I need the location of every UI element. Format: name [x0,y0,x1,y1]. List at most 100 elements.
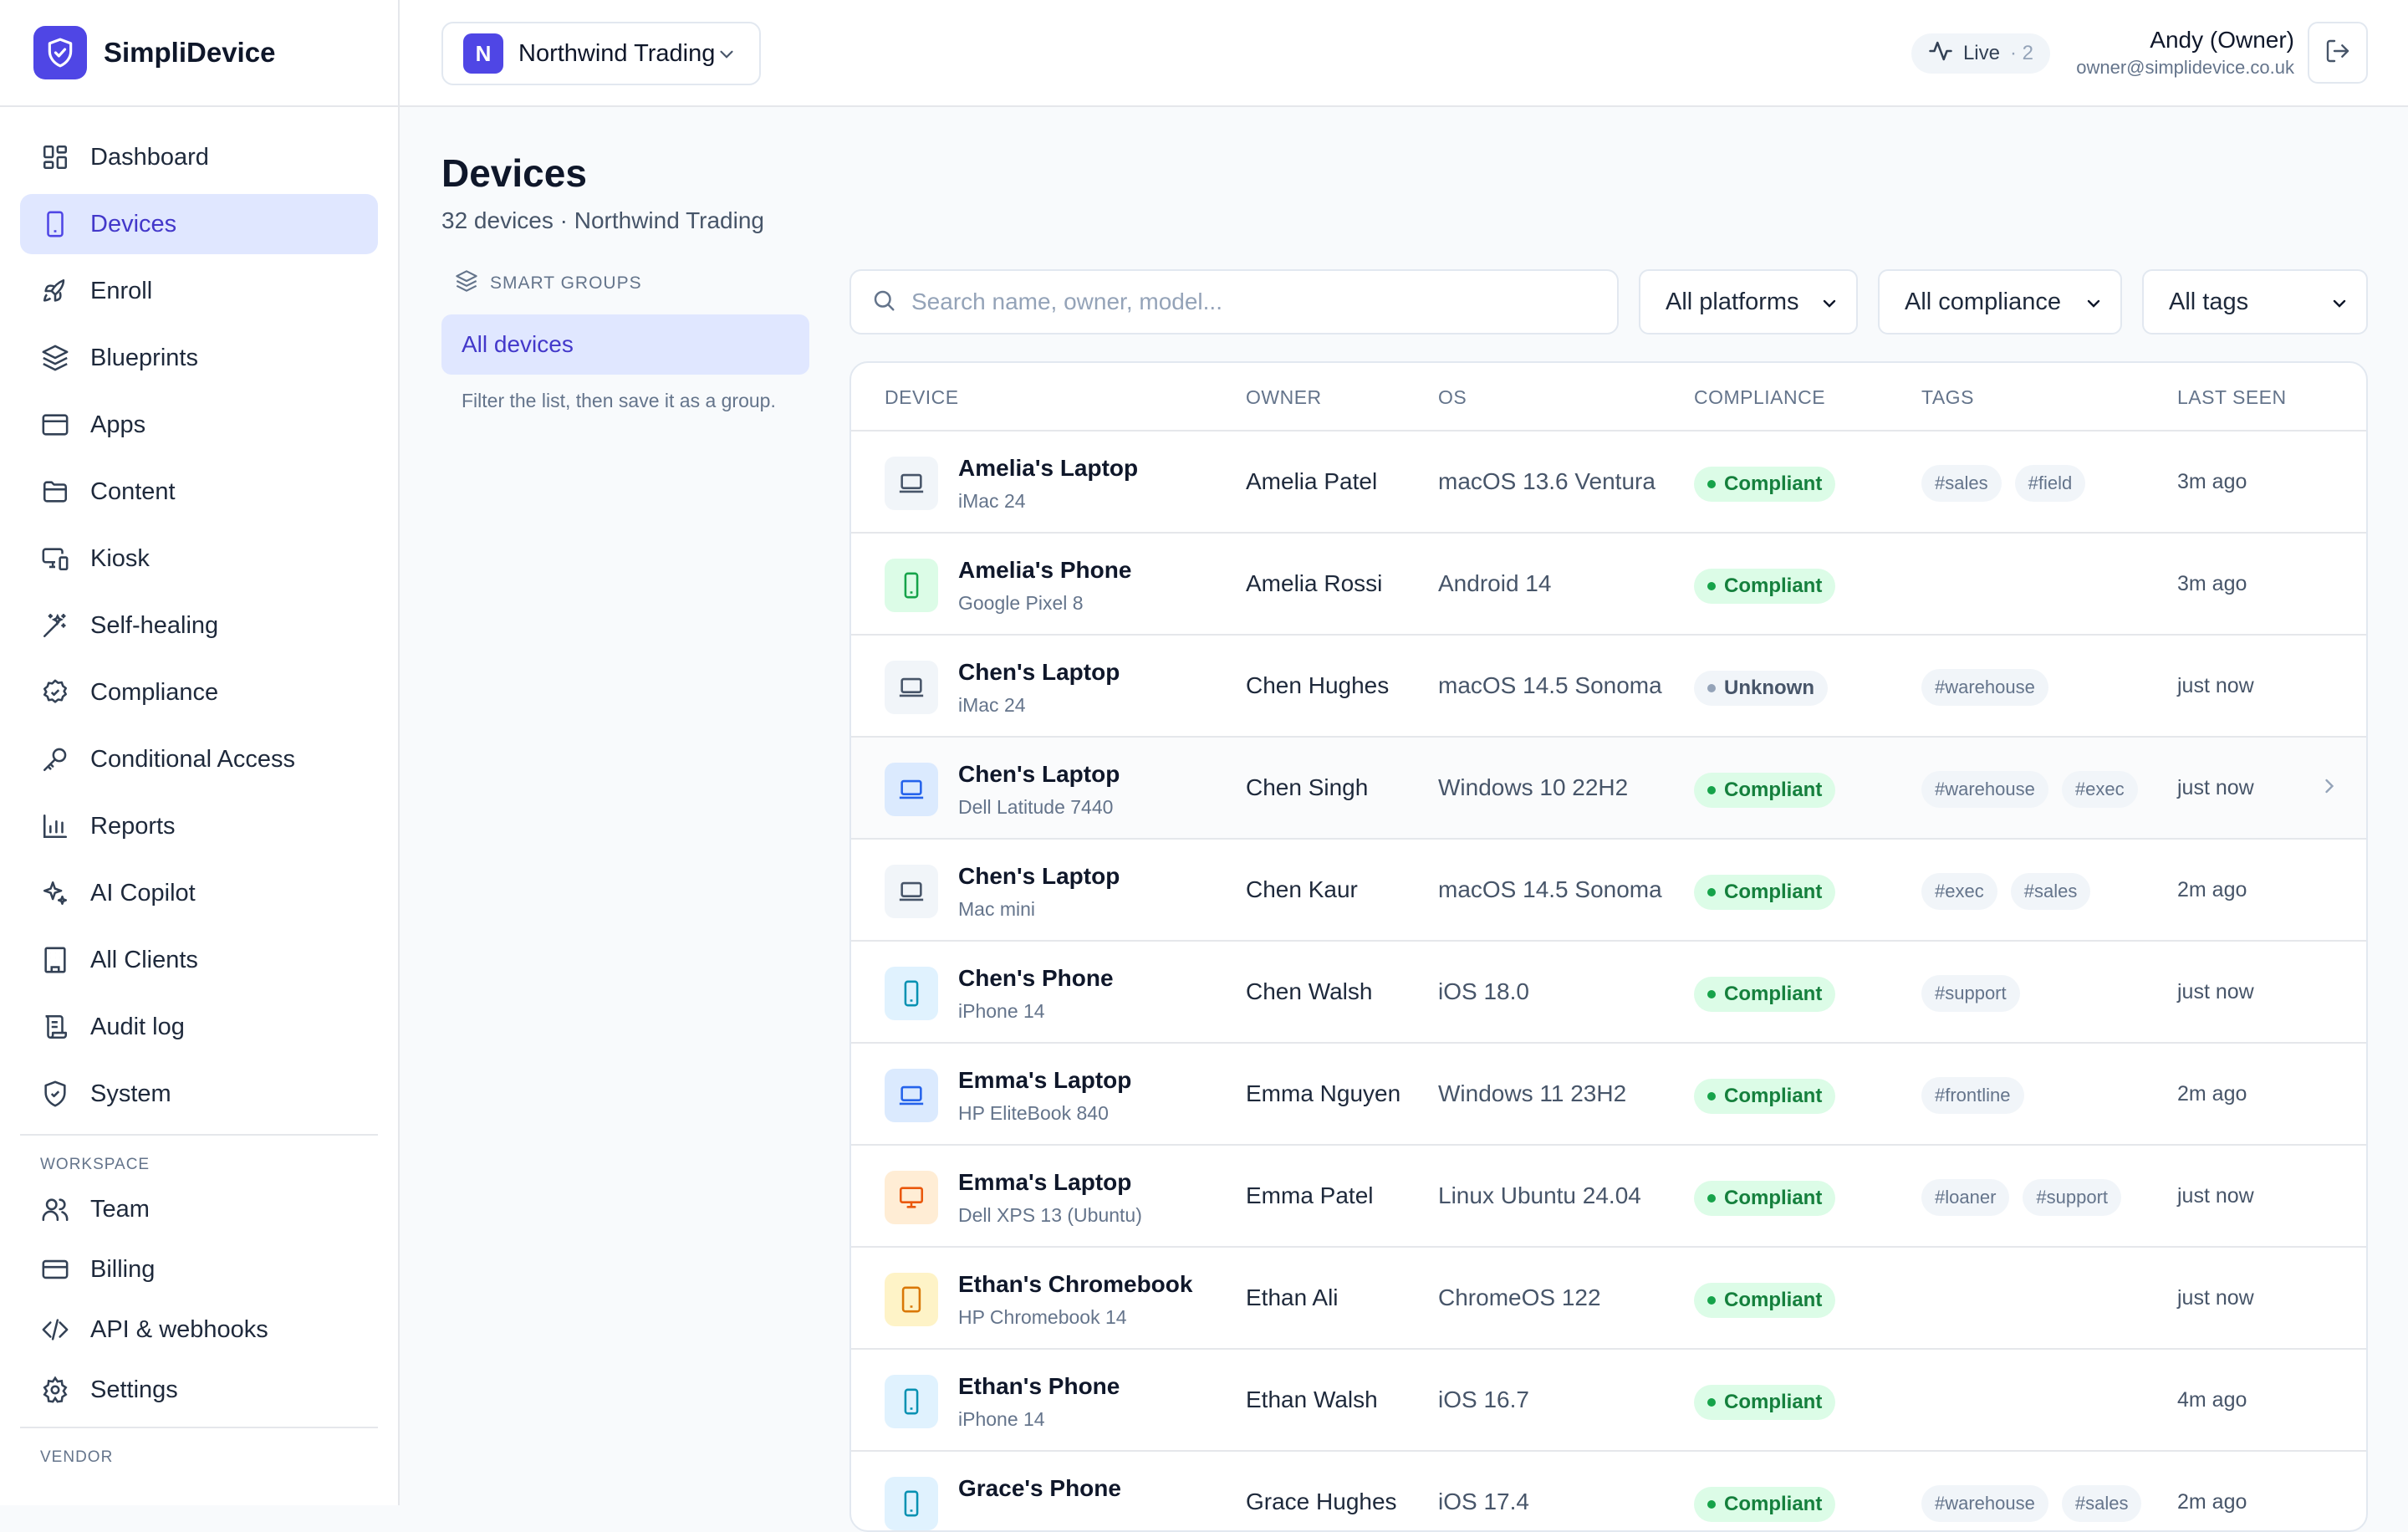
tags-select[interactable]: All tags [2142,269,2368,334]
sidebar-item-content[interactable]: Content [20,462,378,522]
device-name[interactable]: Ethan's Chromebook [958,1271,1192,1298]
devices-table: DEVICE OWNER OS COMPLIANCE TAGS LAST SEE… [849,361,2368,1532]
device-name[interactable]: Grace's Phone [958,1475,1121,1502]
sidebar-item-devices[interactable]: Devices [20,194,378,254]
device-name[interactable]: Amelia's Phone [958,557,1131,584]
device-model: Dell Latitude 7440 [958,796,1114,818]
platform-select-value: All platforms [1666,288,1799,315]
tag-list: #loaner #support [1921,1179,2122,1216]
search-input[interactable] [911,289,1597,315]
device-name[interactable]: Amelia's Laptop [958,455,1138,482]
sidebar-item-label: Kiosk [90,544,150,572]
brand[interactable]: SimpliDevice [0,0,398,107]
compliance-select[interactable]: All compliance [1878,269,2122,334]
device-os: macOS 13.6 Ventura [1438,468,1656,494]
code-icon [40,1315,70,1345]
sidebar-item-settings[interactable]: Settings [20,1363,378,1417]
tag-chip[interactable]: #sales [2061,1485,2142,1522]
column-header-compliance[interactable]: COMPLIANCE [1694,386,1825,409]
sidebar-item-apps[interactable]: Apps [20,395,378,455]
sidebar-item-label: Blueprints [90,344,198,371]
table-row[interactable]: Emma's Laptop Dell XPS 13 (Ubuntu) Emma Pa… [851,1146,2366,1248]
sidebar-item-billing[interactable]: Billing [20,1243,378,1296]
table-row[interactable]: Emma's Laptop HP EliteBook 840 Emma Nguyen… [851,1044,2366,1146]
page-title: Devices [441,151,587,195]
tag-chip[interactable]: #frontline [1921,1077,2024,1114]
group-all-devices[interactable]: All devices [441,314,809,375]
tag-chip[interactable]: #sales [1921,465,2002,502]
column-header-device[interactable]: DEVICE [885,386,959,409]
platform-select[interactable]: All platforms [1639,269,1858,334]
table-row[interactable]: Amelia's Laptop iMac 24 Amelia Patel macOS … [851,432,2366,534]
sidebar-item-ai-copilot[interactable]: AI Copilot [20,863,378,923]
live-indicator[interactable]: Live · 2 [1911,33,2050,74]
tag-chip[interactable]: #loaner [1921,1179,2010,1216]
column-header-os[interactable]: OS [1438,386,1467,409]
sidebar-item-api-webhooks[interactable]: API & webhooks [20,1303,378,1356]
phone-icon [885,1477,938,1530]
sidebar-item-team[interactable]: Team [20,1182,378,1236]
device-name[interactable]: Emma's Laptop [958,1169,1131,1196]
tag-chip[interactable]: #sales [2010,873,2091,910]
sidebar-item-dashboard[interactable]: Dashboard [20,127,378,187]
laptop-icon [885,1069,938,1122]
tag-chip[interactable]: #warehouse [1921,771,2048,808]
sidebar-item-enroll[interactable]: Enroll [20,261,378,321]
device-owner: Ethan Walsh [1246,1386,1378,1412]
table-row[interactable]: Grace's Phone Grace Hughes iOS 17.4 Complia… [851,1452,2366,1530]
shield-logo-icon [33,26,87,79]
sidebar-item-self-healing[interactable]: Self-healing [20,595,378,656]
tag-chip[interactable]: #exec [2061,771,2138,808]
device-name[interactable]: Emma's Laptop [958,1067,1131,1094]
chevron-down-icon [2329,293,2349,320]
chevron-right-icon[interactable] [2318,774,2341,802]
compliance-status: Compliant [1724,472,1823,495]
sidebar-item-all-clients[interactable]: All Clients [20,930,378,990]
sidebar-item-reports[interactable]: Reports [20,796,378,856]
status-dot [1707,1194,1716,1203]
sidebar-item-conditional-access[interactable]: Conditional Access [20,729,378,789]
tenant-switcher[interactable]: N Northwind Trading [441,22,761,85]
device-name[interactable]: Chen's Laptop [958,863,1120,890]
table-row[interactable]: Ethan's Chromebook HP Chromebook 14 Ethan … [851,1248,2366,1350]
device-os: Android 14 [1438,570,1552,596]
device-owner: Amelia Patel [1246,468,1378,494]
logout-button[interactable] [2308,22,2368,84]
tag-chip[interactable]: #warehouse [1921,669,2048,706]
device-name[interactable]: Chen's Laptop [958,659,1120,686]
sidebar-item-compliance[interactable]: Compliance [20,662,378,723]
sidebar-item-kiosk[interactable]: Kiosk [20,529,378,589]
sidebar-item-blueprints[interactable]: Blueprints [20,328,378,388]
sidebar-item-system[interactable]: System [20,1064,378,1124]
column-header-owner[interactable]: OWNER [1246,386,1322,409]
divider [20,1427,378,1428]
table-row[interactable]: Amelia's Phone Google Pixel 8 Amelia Rossi… [851,534,2366,636]
table-row[interactable]: Chen's Phone iPhone 14 Chen Walsh iOS 18.0 C… [851,942,2366,1044]
device-name[interactable]: Chen's Laptop [958,761,1120,788]
sidebar-item-audit-log[interactable]: Audit log [20,997,378,1057]
column-header-tags[interactable]: TAGS [1921,386,1974,409]
tag-chip[interactable]: #exec [1921,873,1997,910]
device-model: iMac 24 [958,490,1026,512]
device-model: iMac 24 [958,694,1026,716]
table-row[interactable]: Chen's Laptop Mac mini Chen Kaur macOS 14.5… [851,840,2366,942]
tag-chip[interactable]: #support [1921,975,2020,1012]
column-header-last-seen[interactable]: LAST SEEN [2177,386,2287,409]
tag-chip[interactable]: #support [2023,1179,2122,1216]
status-dot [1707,684,1716,692]
tag-chip[interactable]: #field [2014,465,2086,502]
compliance-status: Compliant [1724,1391,1823,1413]
tag-chip[interactable]: #warehouse [1921,1485,2048,1522]
table-row[interactable]: Chen's Laptop Dell Latitude 7440 Chen Sing… [851,738,2366,840]
device-name[interactable]: Ethan's Phone [958,1373,1120,1400]
table-row[interactable]: Ethan's Phone iPhone 14 Ethan Walsh iOS 16.… [851,1350,2366,1452]
sidebar-item-label: Compliance [90,678,219,706]
table-row[interactable]: Chen's Laptop iMac 24 Chen Hughes macOS 14.… [851,636,2366,738]
last-seen: 3m ago [2177,572,2247,595]
search-box[interactable] [849,269,1619,334]
device-os: iOS 17.4 [1438,1489,1529,1514]
building-icon [40,945,70,975]
phone-icon [885,559,938,612]
dashboard-icon [40,142,70,172]
device-name[interactable]: Chen's Phone [958,965,1114,992]
